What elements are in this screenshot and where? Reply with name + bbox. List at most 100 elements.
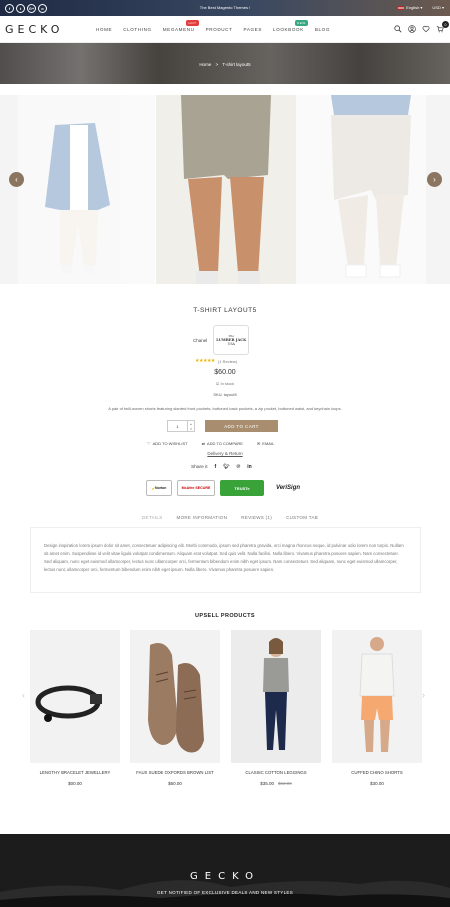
gallery-next-button[interactable]: › <box>427 172 442 187</box>
heart-icon[interactable] <box>422 25 430 33</box>
product-image[interactable] <box>231 630 321 763</box>
review-count[interactable]: (1 Review) <box>218 359 237 364</box>
chevron-down-icon[interactable]: ▾ <box>190 427 192 431</box>
chevron-up-icon[interactable]: ▴ <box>190 422 192 426</box>
price-current: $60.00 <box>168 781 182 786</box>
product-image[interactable] <box>332 630 422 763</box>
product-tabs: DETAILS MORE INFORMATION REVIEWS (1) CUS… <box>142 515 318 520</box>
cart-count-badge: 0 <box>442 21 449 28</box>
trust-badges: ✔ Norton McAfee SECURE TRUSTe VeriSign <box>146 480 307 496</box>
model-denim-shirt-image <box>0 95 110 284</box>
breadcrumb-home[interactable]: Home <box>199 62 211 67</box>
product-price: $60.00 <box>214 369 236 376</box>
product-name[interactable]: FAUX SUEDE OXFORDS BROWN LIST <box>130 770 220 775</box>
cart-button[interactable]: 0 <box>436 21 449 35</box>
stock-status: ☑ In stock <box>0 381 450 386</box>
gallery-image-1[interactable] <box>0 95 155 284</box>
chino-shorts-model-image <box>359 637 395 752</box>
norton-label: Norton <box>154 486 167 490</box>
top-bar: f t G+ o The Best Magento Themes ! Engli… <box>0 0 450 16</box>
price-current: $30.00 <box>370 781 384 786</box>
mcafee-badge: McAfee SECURE <box>177 480 215 496</box>
new-badge: NEW <box>295 20 308 26</box>
nav-blog[interactable]: BLOG <box>315 27 330 32</box>
product-name[interactable]: LENGTHY BRACELET JEWELLERY <box>30 770 120 775</box>
product-name[interactable]: CLASSIC COTTON LEGGINGS <box>231 770 321 775</box>
nav-label: MEGAMENU <box>162 27 195 32</box>
nav-megamenu[interactable]: MEGAMENU HOT <box>162 20 199 32</box>
nav-label: CLOTHING <box>123 27 152 32</box>
upsell-product-3[interactable]: CLASSIC COTTON LEGGINGS $35.00 $60.00 <box>231 630 321 786</box>
quantity-input[interactable]: 1 <box>168 424 187 429</box>
upsell-product-1[interactable]: LENGTHY BRACELET JEWELLERY $00.00 <box>30 630 120 786</box>
language-selector[interactable]: English ▾ <box>398 5 422 10</box>
rating-row: ★★★★★ (1 Review) <box>195 358 237 364</box>
upsell-product-2[interactable]: FAUX SUEDE OXFORDS BROWN LIST $60.00 <box>130 630 220 786</box>
add-to-compare-link[interactable]: ⇄ ADD TO COMPARE <box>202 441 243 446</box>
oxford-shoes-image <box>148 642 204 753</box>
sku-label: SKU: <box>213 392 223 397</box>
footer-landscape-image <box>0 880 450 907</box>
nav-pages[interactable]: PAGES <box>244 27 263 32</box>
gallery-image-2[interactable] <box>156 95 296 284</box>
tab-panel-details: Design inspiration lorem ipsum dolor sit… <box>30 527 421 593</box>
linkedin-icon[interactable]: in <box>247 464 251 470</box>
user-icon[interactable] <box>408 25 416 33</box>
facebook-icon[interactable]: f <box>215 464 217 470</box>
brand-logo[interactable]: The LUMBER JACK USA <box>213 325 250 355</box>
tab-more-information[interactable]: MORE INFORMATION <box>177 515 228 520</box>
product-price: $00.00 <box>30 781 120 786</box>
nav-clothing[interactable]: CLOTHING <box>123 27 152 32</box>
compare-icon: ⇄ <box>201 441 205 446</box>
delivery-return-link[interactable]: Delivery & Return <box>0 451 450 456</box>
main-header: GECKO HOME CLOTHING MEGAMENU HOT PRODUCT … <box>0 16 450 43</box>
share-row: Share it f 🐦︎ ℗ in <box>191 464 252 470</box>
chevron-left-icon[interactable]: ‹ <box>22 690 25 700</box>
hot-badge: HOT <box>186 20 199 26</box>
gallery-prev-button[interactable]: ‹ <box>9 172 24 187</box>
nav-label: PRODUCT <box>205 27 233 32</box>
product-title: T-SHIRT LAYOUT5 <box>193 307 257 314</box>
tab-custom[interactable]: CUSTOM TAB <box>286 515 318 520</box>
brand-row: Chanel The LUMBER JACK USA <box>193 325 250 355</box>
short-description: A pair of twill-woven shorts featuring s… <box>108 406 342 411</box>
breadcrumb-current: T-shirt layout5 <box>222 62 251 67</box>
bracelet-image <box>35 685 102 722</box>
footer-logo[interactable]: GECKO <box>0 871 450 882</box>
language-label: English <box>406 5 420 10</box>
product-price: $35.00 $60.00 <box>231 781 321 786</box>
truste-badge: TRUSTe <box>220 480 264 496</box>
gallery-image-3[interactable] <box>296 95 450 284</box>
add-to-wishlist-link[interactable]: ♡ ADD TO WISHLIST <box>147 441 188 446</box>
norton-badge: ✔ Norton <box>146 480 172 496</box>
tab-reviews[interactable]: REVIEWS (1) <box>241 515 272 520</box>
currency-selector[interactable]: USD ▾ <box>432 5 444 10</box>
twitter-icon[interactable]: 🐦︎ <box>223 464 229 470</box>
product-image[interactable] <box>30 630 120 763</box>
search-icon[interactable] <box>394 25 402 33</box>
quantity-stepper[interactable]: 1 ▴ ▾ <box>167 420 195 432</box>
quantity-steps: ▴ ▾ <box>187 421 194 431</box>
newsletter-text: GET NOTIFIED OF EXCLUSIVE DEALS AND NEW … <box>157 890 293 895</box>
header-icons: 0 <box>394 21 449 35</box>
site-logo[interactable]: GECKO <box>5 23 63 36</box>
footer: GECKO GET NOTIFIED OF EXCLUSIVE DEALS AN… <box>0 834 450 907</box>
pinterest-icon[interactable]: ℗ <box>237 464 241 470</box>
nav-product[interactable]: PRODUCT <box>206 27 233 32</box>
nav-home[interactable]: HOME <box>96 27 112 32</box>
product-image[interactable] <box>130 630 220 763</box>
stock-text: In stock <box>220 381 235 386</box>
add-to-cart-button[interactable]: ADD TO CART <box>205 420 278 432</box>
sku-value: layout5 <box>223 392 237 397</box>
upsell-product-4[interactable]: CUFFED CHINO SHORTS $30.00 <box>332 630 422 786</box>
email-label: EMAIL <box>262 441 275 446</box>
chevron-right-icon[interactable]: › <box>422 690 425 700</box>
heart-icon: ♡ <box>147 441 151 446</box>
nav-label: PAGES <box>243 27 263 32</box>
tab-details[interactable]: DETAILS <box>142 515 163 520</box>
leggings-model-image <box>263 638 289 750</box>
product-name[interactable]: CUFFED CHINO SHORTS <box>332 770 422 775</box>
email-link[interactable]: ✉ EMAIL <box>257 441 274 446</box>
nav-lookbook[interactable]: LOOKBOOK NEW <box>273 20 308 32</box>
breadcrumb: Home > T-shirt layout5 <box>0 62 450 67</box>
